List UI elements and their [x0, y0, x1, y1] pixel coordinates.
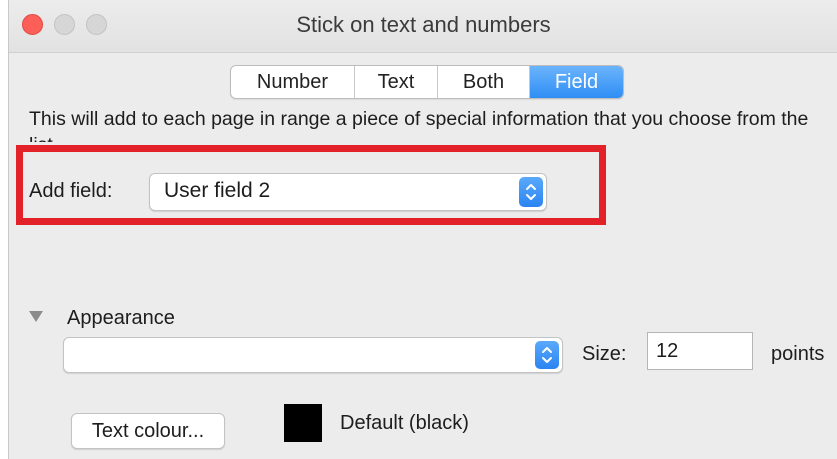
tab-field[interactable]: Field: [530, 66, 623, 98]
up-down-chevron-icon: [519, 177, 543, 207]
add-field-label: Add field:: [29, 180, 113, 202]
tab-number[interactable]: Number: [231, 66, 355, 98]
text-colour-button[interactable]: Text colour...: [71, 413, 225, 449]
tab-both[interactable]: Both: [438, 66, 530, 98]
window-title: Stick on text and numbers: [296, 12, 551, 37]
add-field-value: User field 2: [164, 179, 271, 202]
appearance-label: Appearance: [67, 307, 175, 329]
add-field-select[interactable]: User field 2: [149, 173, 547, 211]
colour-name-label: Default (black): [340, 412, 469, 434]
dialog-window: Stick on text and numbers Number Text Bo…: [8, 0, 837, 459]
mode-tabs: Number Text Both Field: [230, 65, 624, 99]
title-bar: Stick on text and numbers: [9, 0, 837, 53]
size-input[interactable]: [647, 332, 753, 370]
size-label: Size:: [582, 343, 627, 365]
font-select[interactable]: [63, 337, 563, 373]
colour-swatch[interactable]: [284, 404, 322, 442]
description-text: This will add to each page in range a pi…: [29, 108, 809, 142]
up-down-chevron-icon: [535, 341, 559, 369]
tab-text[interactable]: Text: [355, 66, 438, 98]
points-label: points: [771, 343, 825, 365]
disclosure-triangle-icon[interactable]: [29, 311, 43, 322]
